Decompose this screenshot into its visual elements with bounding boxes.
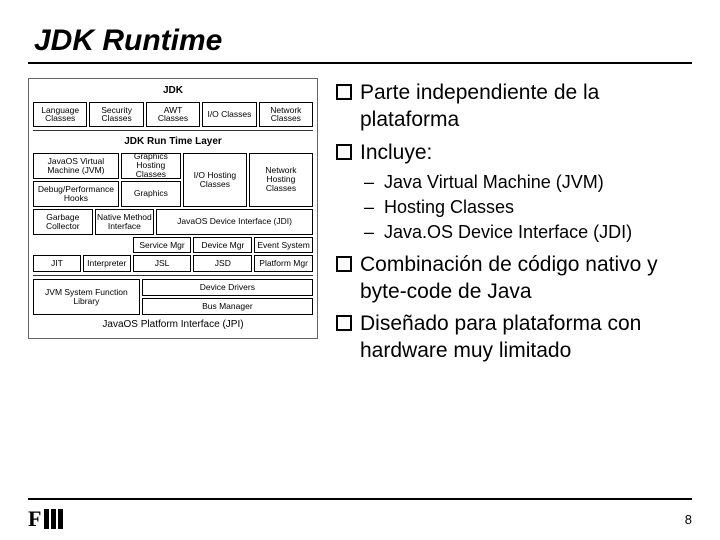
- diagram-footer-jpi: JavaOS Platform Interface (JPI): [33, 317, 313, 334]
- diagram-cell: Device Drivers: [142, 279, 313, 296]
- diagram-cell: JVM System Function Library: [33, 279, 140, 315]
- diagram-cell: JIT: [33, 255, 81, 272]
- diagram-row-hosting: JavaOS Virtual Machine (JVM) Debug/Perfo…: [33, 153, 313, 207]
- diagram-row-jit: JIT Interpreter JSL JSD Platform Mgr: [33, 255, 313, 272]
- architecture-diagram: JDK Language Classes Security Classes AW…: [28, 78, 318, 339]
- slide-footer: F 8: [0, 498, 720, 532]
- diagram-column: JDK Language Classes Security Classes AW…: [28, 78, 318, 371]
- footer-rule: [28, 498, 692, 500]
- diagram-row-classes: Language Classes Security Classes AWT Cl…: [33, 102, 313, 128]
- diagram-cell: Native Method Interface: [95, 209, 155, 235]
- diagram-cell: Graphics: [121, 181, 181, 207]
- sub-item: Java Virtual Machine (JVM): [360, 171, 692, 194]
- diagram-cell: Garbage Collector: [33, 209, 93, 235]
- diagram-cell: Interpreter: [83, 255, 131, 272]
- diagram-cell: Debug/Performance Hooks: [33, 181, 119, 207]
- diagram-cell: AWT Classes: [146, 102, 200, 128]
- diagram-cell: Language Classes: [33, 102, 87, 128]
- diagram-cell: Security Classes: [89, 102, 143, 128]
- page-number: 8: [685, 512, 692, 527]
- diagram-cell: I/O Classes: [202, 102, 256, 128]
- diagram-row-mgr: Service Mgr Device Mgr Event System: [33, 237, 313, 254]
- slide-title: JDK Runtime: [34, 24, 692, 58]
- diagram-cell: Service Mgr: [133, 237, 192, 254]
- slide-body: JDK Language Classes Security Classes AW…: [28, 78, 692, 371]
- diagram-cell: Platform Mgr: [254, 255, 313, 272]
- bullet-item: Parte independiente de la plataforma: [334, 80, 692, 134]
- bullet-item: Combinación de código nativo y byte-code…: [334, 252, 692, 306]
- fib-bars-icon: [44, 509, 63, 529]
- text-column: Parte independiente de la plataforma Inc…: [334, 78, 692, 371]
- sub-item: Hosting Classes: [360, 196, 692, 219]
- sub-list: Java Virtual Machine (JVM) Hosting Class…: [360, 171, 692, 244]
- diagram-header-jdk: JDK: [33, 83, 313, 100]
- sub-item: Java.OS Device Interface (JDI): [360, 221, 692, 244]
- fib-logo: F: [28, 506, 63, 532]
- diagram-cell: Event System: [254, 237, 313, 254]
- title-underline: [28, 62, 692, 64]
- bullet-item: Diseñado para plataforma con hardware mu…: [334, 311, 692, 365]
- diagram-cell: JSL: [133, 255, 192, 272]
- diagram-cell: Bus Manager: [142, 298, 313, 315]
- diagram-cell: JSD: [193, 255, 252, 272]
- diagram-header-runtime: JDK Run Time Layer: [33, 134, 313, 151]
- diagram-cell: I/O Hosting Classes: [183, 153, 247, 207]
- diagram-cell: Device Mgr: [193, 237, 252, 254]
- diagram-cell: Network Hosting Classes: [249, 153, 313, 207]
- diagram-row-jdi: Garbage Collector Native Method Interfac…: [33, 209, 313, 235]
- bullet-text: Incluye:: [360, 141, 432, 164]
- diagram-cell: Graphics Hosting Classes: [121, 153, 181, 179]
- diagram-cell: JavaOS Virtual Machine (JVM): [33, 153, 119, 179]
- fib-letter: F: [28, 506, 42, 532]
- bullet-item: Incluye: Java Virtual Machine (JVM) Host…: [334, 140, 692, 244]
- bullet-list: Parte independiente de la plataforma Inc…: [334, 80, 692, 365]
- diagram-row-drivers: JVM System Function Library Device Drive…: [33, 279, 313, 315]
- diagram-cell: JavaOS Device Interface (JDI): [156, 209, 313, 235]
- diagram-cell: Network Classes: [259, 102, 313, 128]
